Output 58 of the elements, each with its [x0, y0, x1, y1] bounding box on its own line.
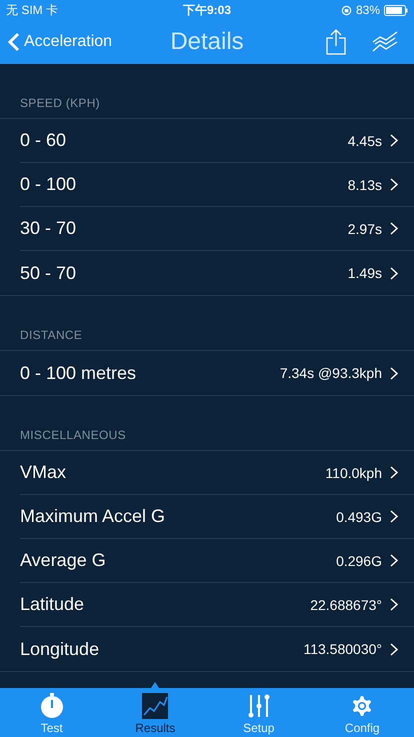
- back-chevron-icon: [8, 32, 20, 52]
- list-row[interactable]: 50 - 70 1.49s: [20, 251, 414, 295]
- section-header: DISTANCE: [19, 327, 84, 344]
- chevron-icon: [390, 642, 398, 656]
- row-value: 1.49s: [348, 265, 382, 281]
- row-label: 0 - 100: [20, 174, 78, 195]
- row-value: 110.0kph: [325, 464, 382, 480]
- share-icon: [326, 29, 346, 55]
- page-title: Details: [170, 28, 244, 56]
- stopwatch-icon: [38, 693, 65, 719]
- share-button[interactable]: [326, 29, 346, 55]
- row-label: Longitude: [20, 638, 100, 660]
- list-row[interactable]: VMax 110.0kph: [20, 451, 414, 495]
- chevron-icon: [390, 598, 398, 611]
- list-row[interactable]: 30 - 70 2.97s: [20, 207, 414, 251]
- row-value: 4.45s: [348, 132, 382, 148]
- row-value: 2.97s: [348, 220, 382, 236]
- chevron-icon: [390, 178, 398, 191]
- list-row[interactable]: 0 - 100 metres 7.34s @93.3kph: [20, 351, 414, 395]
- row-label: 0 - 60: [20, 130, 68, 151]
- chevron-icon: [390, 222, 398, 235]
- chart-icon: [142, 693, 168, 719]
- list-row[interactable]: Longitude 113.580030°: [20, 627, 414, 671]
- chevron-icon: [390, 466, 398, 479]
- chevron-icon: [390, 366, 398, 380]
- sliders-icon: [246, 693, 272, 719]
- row-label: 50 - 70: [20, 262, 78, 284]
- row-label: 0 - 100 metres: [20, 362, 138, 384]
- graph-button[interactable]: [372, 31, 398, 53]
- row-label: Latitude: [20, 594, 86, 615]
- list-row[interactable]: 0 - 100 8.13s: [20, 163, 414, 207]
- section-header: SPEED (KPH): [19, 95, 101, 112]
- list-row[interactable]: Average G 0.296G: [20, 539, 414, 583]
- row-value: 22.688673°: [310, 596, 382, 612]
- chevron-icon: [390, 510, 398, 523]
- chevron-icon: [390, 134, 398, 147]
- chevron-icon: [390, 266, 398, 280]
- row-value: 0.493G: [336, 508, 382, 524]
- chevron-icon: [390, 554, 398, 567]
- row-label: Maximum Accel G: [20, 506, 166, 527]
- row-label: VMax: [20, 462, 68, 483]
- row-label: Average G: [20, 550, 107, 571]
- row-value: 8.13s: [348, 176, 382, 192]
- row-value: 0.296G: [336, 552, 382, 568]
- row-value: 7.34s @93.3kph: [280, 365, 382, 381]
- carrier-text: 无 SIM 卡: [6, 2, 58, 18]
- list-row[interactable]: Latitude 22.688673°: [20, 583, 414, 627]
- section-header: MISCELLANEOUS: [19, 427, 127, 444]
- battery-percent: 83%: [356, 3, 380, 17]
- graph-icon: [372, 31, 398, 53]
- status-time: 下午9:03: [182, 2, 232, 18]
- list-row[interactable]: Maximum Accel G 0.493G: [20, 495, 414, 539]
- rotation-lock-icon: [340, 4, 352, 16]
- tab-bar-item[interactable]: Results: [104, 688, 207, 737]
- list-row[interactable]: 0 - 60 4.45s: [20, 119, 414, 163]
- row-value: 113.580030°: [303, 641, 382, 657]
- row-label: 30 - 70: [20, 218, 78, 239]
- battery-icon: [384, 4, 408, 16]
